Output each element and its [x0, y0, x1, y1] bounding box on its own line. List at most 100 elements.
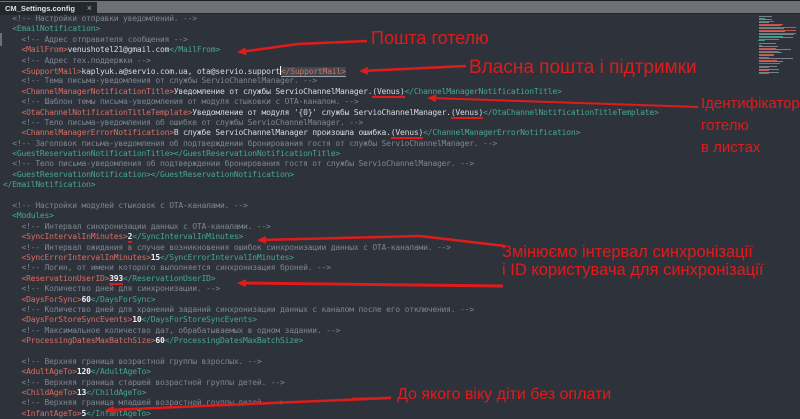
code-token: <!-- Настройки модулей стыковок с ОТА-ка…	[3, 201, 248, 210]
code-token: <!-- Адрес тех.поддержки -->	[3, 56, 151, 65]
code-token: <!-- Логин, от имени которого выполняетс…	[3, 263, 331, 272]
code-token: <!-- Интервал синхронизации данных с ОТА…	[3, 222, 271, 231]
code-line[interactable]: <GuestReservationNotification></GuestRes…	[3, 170, 800, 180]
code-token: </OtaChannelNotificationTitleTemplate>	[483, 108, 658, 117]
code-token: </ChildAgeTo>	[86, 388, 146, 397]
code-line[interactable]: <!-- Заголовок письма-уведомления об под…	[3, 139, 800, 149]
annotation-sync-note: Змінюємо інтервал синхронізаціїі ID кори…	[502, 243, 763, 279]
code-token: kaplyuk.a@servio.com.ua, ota@servio.supp…	[81, 67, 280, 76]
code-line[interactable]: <GuestReservationNotificationTitle></Gue…	[3, 149, 800, 159]
code-token: Уведомление от службы ServioChannelManag…	[174, 87, 373, 96]
code-token: </ChannelManagerErrorNotification>	[423, 128, 580, 137]
code-line[interactable]: <OtaChannelNotificationTitleTemplate>Уве…	[3, 108, 800, 118]
code-token: <ChildAgeTo>	[3, 388, 77, 397]
code-token: <ChannelManagerNotificationTitle>	[3, 87, 174, 96]
code-token: <MailFrom>	[3, 45, 68, 54]
code-token: <!-- Количество дней для хранений задани…	[3, 305, 474, 314]
code-line[interactable]: <!-- Тело письма-уведомления об подтверж…	[3, 159, 800, 169]
code-token: <!-- Верхняя граница старшей возрастной …	[3, 378, 285, 387]
code-line[interactable]: <DaysForSync>60</DaysForSync>	[3, 295, 800, 305]
code-token: <!-- Адрес отправителя сообщения -->	[3, 35, 188, 44]
code-token: <!-- Максимальное количество дат, обраба…	[3, 326, 340, 335]
code-token: </ChannelManagerNotificationTitle>	[405, 87, 562, 96]
code-token: 60	[81, 295, 90, 304]
code-line[interactable]	[3, 347, 800, 357]
minimap-line	[758, 40, 765, 41]
code-line[interactable]: <AdultAgeTo>120</AdultAgeTo>	[3, 367, 800, 377]
code-token: <GuestReservationNotificationTitle></Gue…	[3, 149, 340, 158]
code-token: </DaysForSync>	[91, 295, 156, 304]
code-token: <!-- Заголовок письма-уведомления об под…	[3, 139, 497, 148]
code-token: </SyncIntervalInMinutes>	[132, 232, 243, 241]
code-token: <!-- Шаблон темы письма-уведомления от м…	[3, 97, 358, 106]
code-token: <!-- Тело письма-уведомления об ошибке о…	[3, 118, 363, 127]
code-token: <!-- Тема письма-уведомления от службы S…	[3, 76, 317, 85]
code-token: (Venus)	[372, 87, 404, 98]
minimap-line	[759, 73, 769, 74]
code-token: <!-- Верхняя граница возрастной группы в…	[3, 357, 262, 366]
code-line[interactable]: <DaysForStoreSyncEvents>10</DaysForStore…	[3, 315, 800, 325]
code-token: <ProcessingDatesMaxBatchSize>	[3, 336, 155, 345]
code-token: </ProcessingDatesMaxBatchSize>	[165, 336, 304, 345]
code-line[interactable]: <InfantAgeTo>5</InfantAgeTo>	[3, 409, 800, 419]
tab-title: CM_Settings.config	[5, 4, 75, 13]
code-line[interactable]: <ProcessingDatesMaxBatchSize>60</Process…	[3, 336, 800, 346]
code-token: <DaysForStoreSyncEvents>	[3, 315, 132, 324]
annotation-support-mail-note: Власна пошта і підтримки	[469, 57, 697, 79]
code-token: </ReservationUserID>	[123, 274, 215, 283]
code-token: <ChannelManagerErrorNotification>	[3, 128, 174, 137]
code-token: В службе ServioChannelManager произошла …	[174, 128, 391, 137]
code-line[interactable]: <!-- Верхняя граница возрастной группы в…	[3, 357, 800, 367]
code-token: 393	[109, 274, 123, 285]
code-line[interactable]: <ChannelManagerNotificationTitle>Уведомл…	[3, 87, 800, 97]
code-token: <SyncIntervalInMinutes>	[3, 232, 128, 241]
code-token: <SyncErrorIntervalInMinutes>	[3, 253, 151, 262]
code-line[interactable]: <!-- Настройки отправки уведомлений. -->	[3, 14, 800, 24]
code-token: </SyncErrorIntervalInMinutes>	[160, 253, 294, 262]
code-token: <EmailNotification>	[3, 24, 100, 33]
tab-bar: CM_Settings.config ×	[0, 0, 800, 14]
code-token: <!-- Верхняя граница младшей возрастной …	[3, 398, 285, 407]
code-token: 15	[151, 253, 160, 262]
code-line[interactable]: <Modules>	[3, 211, 800, 221]
annotation-hotel-id-note: Ідентифікаторготелюв листах	[701, 93, 800, 159]
code-line[interactable]: <!-- Интервал синхронизации данных с ОТА…	[3, 222, 800, 232]
code-line[interactable]: <!-- Тело письма-уведомления об ошибке о…	[3, 118, 800, 128]
code-token: </DaysForStoreSyncEvents>	[142, 315, 257, 324]
code-token: (Venus)	[451, 108, 483, 119]
code-token: <!-- Тело письма-уведомления об подтверж…	[3, 159, 474, 168]
code-token: venushotel21@gmail.com	[68, 45, 170, 54]
minimap[interactable]	[758, 16, 798, 76]
code-line[interactable]: <SyncIntervalInMinutes>2</SyncIntervalIn…	[3, 232, 800, 242]
code-token: </EmailNotification>	[3, 180, 95, 189]
code-token: </AdultAgeTo>	[91, 367, 151, 376]
code-token: </InfantAgeTo>	[86, 409, 151, 418]
code-line[interactable]: <ChannelManagerErrorNotification>В служб…	[3, 128, 800, 138]
code-token: </MailFrom>	[169, 45, 220, 54]
code-token: <Modules>	[3, 211, 54, 220]
code-token: <GuestReservationNotification></GuestRes…	[3, 170, 294, 179]
code-token: <!-- Интервал ожидания в случае возникно…	[3, 243, 451, 252]
code-token: (Venus)	[391, 128, 423, 139]
code-token: <ReservationUserID>	[3, 274, 109, 283]
code-line[interactable]: </EmailNotification>	[3, 180, 800, 190]
minimap-line	[759, 63, 780, 64]
code-token: 10	[132, 315, 141, 324]
code-line[interactable]: <!-- Количество дней для синхронизации. …	[3, 284, 800, 294]
code-line[interactable]: <!-- Настройки модулей стыковок с ОТА-ка…	[3, 201, 800, 211]
code-token: Уведомление от модуля '{0}' службы Servi…	[192, 108, 451, 117]
code-token: <InfantAgeTo>	[3, 409, 81, 418]
code-line[interactable]: <!-- Шаблон темы письма-уведомления от м…	[3, 97, 800, 107]
annotation-mail-from-note: Пошта готелю	[371, 28, 489, 49]
code-line[interactable]: <!-- Максимальное количество дат, обраба…	[3, 326, 800, 336]
code-token: <SupportMail>	[3, 67, 81, 76]
code-token: 13	[77, 388, 86, 397]
code-line[interactable]: <!-- Количество дней для хранений задани…	[3, 305, 800, 315]
gutter-change-marker	[0, 33, 2, 46]
code-token: <AdultAgeTo>	[3, 367, 77, 376]
code-token: <!-- Настройки отправки уведомлений. -->	[3, 14, 197, 23]
code-token: 120	[77, 367, 91, 376]
close-icon[interactable]: ×	[87, 4, 92, 13]
code-line[interactable]	[3, 191, 800, 201]
code-token: <OtaChannelNotificationTitleTemplate>	[3, 108, 192, 117]
